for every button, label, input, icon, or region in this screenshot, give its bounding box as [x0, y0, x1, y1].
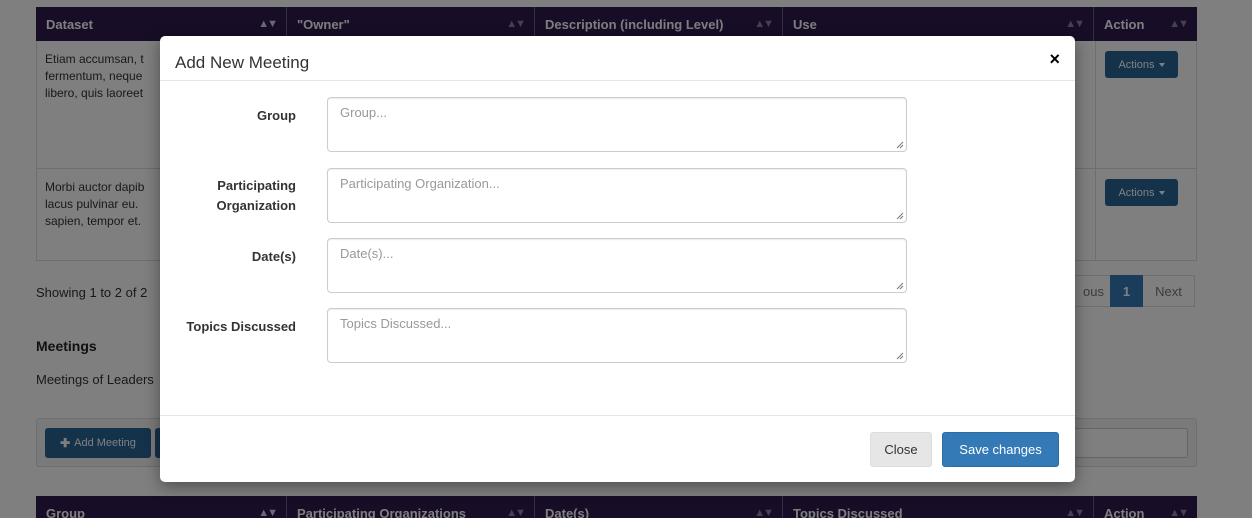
- modal-title: Add New Meeting: [175, 53, 310, 72]
- organization-textarea[interactable]: Participating Organization...: [327, 168, 907, 223]
- organization-label: Participating Organization: [216, 178, 296, 213]
- group-placeholder: Group...: [340, 105, 387, 120]
- topics-textarea[interactable]: Topics Discussed...: [327, 308, 907, 363]
- resize-handle-icon[interactable]: [896, 352, 904, 360]
- resize-handle-icon[interactable]: [896, 282, 904, 290]
- group-label: Group: [257, 108, 296, 123]
- resize-handle-icon[interactable]: [896, 141, 904, 149]
- modal-footer: Close Save changes: [160, 415, 1075, 482]
- dates-label: Date(s): [251, 249, 296, 264]
- add-meeting-modal: Add New Meeting × Group Group... Partici…: [160, 36, 1075, 482]
- dates-placeholder: Date(s)...: [340, 246, 394, 261]
- organization-placeholder: Participating Organization...: [340, 176, 500, 191]
- dates-textarea[interactable]: Date(s)...: [327, 238, 907, 293]
- topics-placeholder: Topics Discussed...: [340, 316, 452, 331]
- close-button[interactable]: Close: [870, 432, 932, 467]
- close-icon[interactable]: ×: [1049, 50, 1060, 68]
- topics-label: Topics Discussed: [186, 319, 296, 334]
- group-textarea[interactable]: Group...: [327, 97, 907, 152]
- save-changes-button[interactable]: Save changes: [942, 432, 1059, 467]
- modal-header: Add New Meeting ×: [160, 36, 1075, 81]
- resize-handle-icon[interactable]: [896, 212, 904, 220]
